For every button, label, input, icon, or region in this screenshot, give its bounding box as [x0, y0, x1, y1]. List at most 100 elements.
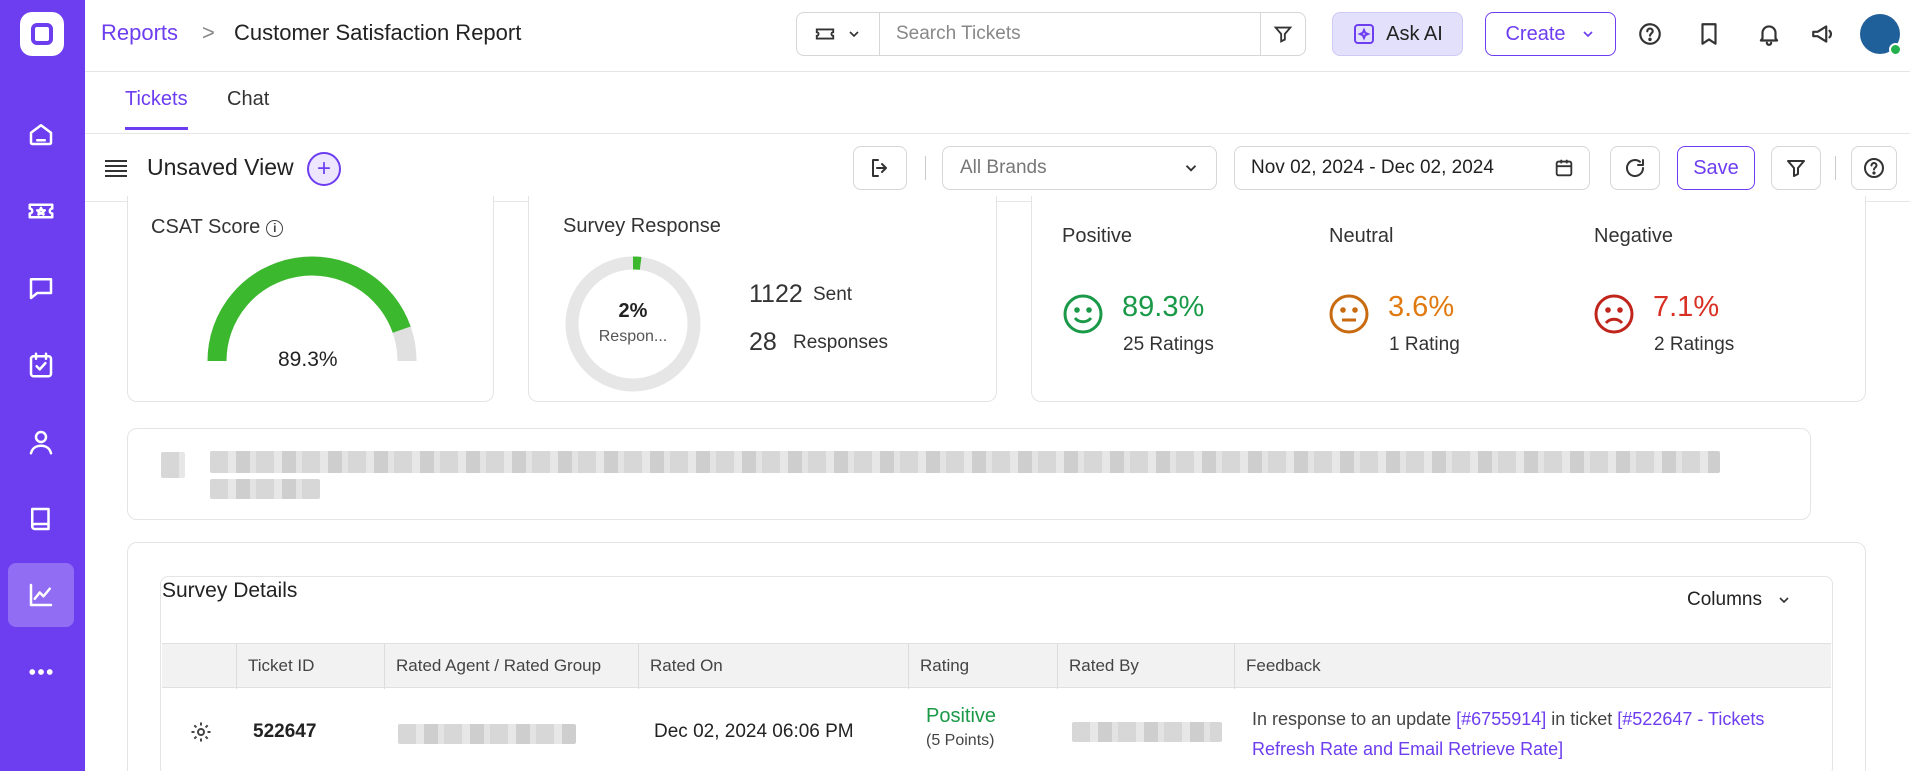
help-icon[interactable] [1632, 16, 1668, 52]
ask-ai-button[interactable]: Ask AI [1332, 12, 1463, 56]
redacted-rated-by [1072, 722, 1222, 742]
brand-select[interactable]: All Brands [942, 146, 1217, 190]
add-view-button[interactable]: + [307, 152, 341, 186]
table-header: Ticket ID Rated Agent / Rated Group Rate… [162, 643, 1831, 689]
export-icon [872, 159, 887, 177]
date-range-picker[interactable]: Nov 02, 2024 - Dec 02, 2024 [1234, 146, 1590, 190]
redacted-agent [398, 724, 576, 744]
divider [925, 156, 926, 180]
redacted-icon [161, 452, 185, 478]
column-header-ticket-id[interactable]: Ticket ID [248, 656, 314, 676]
create-label: Create [1505, 22, 1566, 45]
columns-button[interactable]: Columns [1687, 589, 1792, 611]
chevron-down-icon [1582, 31, 1593, 38]
home-icon[interactable] [8, 102, 74, 166]
positive-percent: 89.3% [1122, 291, 1205, 323]
tickets-icon[interactable] [8, 179, 74, 243]
announcement-icon[interactable] [1805, 16, 1841, 52]
create-button[interactable]: Create [1485, 12, 1616, 56]
chevron-down-icon [1779, 597, 1789, 604]
tasks-icon[interactable] [8, 333, 74, 397]
tab-chat[interactable]: Chat [227, 88, 269, 127]
column-divider [908, 644, 909, 689]
app-logo[interactable] [20, 12, 64, 56]
breadcrumb-separator: > [202, 20, 215, 45]
menu-icon[interactable] [103, 156, 129, 180]
column-divider [236, 644, 237, 689]
neutral-label: Neutral [1329, 225, 1394, 247]
neutral-face-icon [1329, 294, 1369, 334]
survey-percent: 2% [618, 300, 648, 322]
redacted-text [210, 479, 320, 499]
column-header-rated-on[interactable]: Rated On [650, 656, 723, 676]
help-icon [1864, 158, 1884, 178]
column-header-feedback[interactable]: Feedback [1246, 656, 1321, 676]
ticket-id[interactable]: 522647 [253, 721, 316, 743]
page-title: Customer Satisfaction Report [234, 20, 522, 45]
filter-button[interactable] [1771, 146, 1821, 190]
ask-ai-label: Ask AI [1386, 22, 1443, 45]
feedback-mid: in ticket [1546, 709, 1618, 729]
neutral-ratings: 1 Rating [1389, 334, 1460, 355]
sent-label: Sent [813, 284, 853, 305]
redacted-notice [127, 428, 1811, 520]
save-button[interactable]: Save [1677, 146, 1755, 190]
date-range-value: Nov 02, 2024 - Dec 02, 2024 [1251, 157, 1494, 178]
tab-tickets[interactable]: Tickets [125, 88, 188, 130]
ticket-icon [815, 28, 835, 40]
online-status-indicator [1889, 43, 1902, 56]
survey-response-title: Survey Response [563, 215, 721, 237]
sparkle-icon [1354, 24, 1375, 44]
sentiment-card: Positive 89.3% 25 Ratings Neutral 3.6% 1… [1031, 196, 1866, 402]
survey-donut [565, 256, 701, 392]
chat-icon[interactable] [8, 256, 74, 320]
negative-label: Negative [1594, 225, 1673, 247]
column-divider [638, 644, 639, 689]
refresh-icon [1626, 159, 1645, 177]
gear-icon[interactable] [189, 720, 213, 744]
column-header-rated-by[interactable]: Rated By [1069, 656, 1139, 676]
negative-percent: 7.1% [1653, 291, 1720, 323]
search-filter-icon[interactable] [1260, 13, 1305, 55]
breadcrumb-reports[interactable]: Reports [101, 20, 178, 46]
csat-card: CSAT Score i 89.3% [127, 196, 494, 402]
knowledge-base-icon[interactable] [8, 487, 74, 551]
search-type-selector[interactable] [797, 13, 880, 55]
column-divider [384, 644, 385, 689]
column-header-rating[interactable]: Rating [920, 656, 969, 676]
brand-select-value: All Brands [960, 157, 1047, 178]
filter-icon [1787, 160, 1805, 177]
survey-percent-label: Respon... [598, 328, 668, 345]
report-help-button[interactable] [1851, 146, 1897, 190]
positive-label: Positive [1062, 225, 1133, 247]
search-bar [796, 12, 1306, 56]
chevron-down-icon [849, 31, 859, 38]
neutral-percent: 3.6% [1388, 291, 1455, 323]
more-icon[interactable] [8, 640, 74, 704]
rating-points: (5 Points) [926, 732, 995, 749]
feedback-prefix: In response to an update [1252, 709, 1457, 729]
redacted-text [210, 451, 1720, 473]
survey-response-card: Survey Response 2% Respon... 1122 Sent 2… [528, 196, 997, 402]
column-header-rated-agent[interactable]: Rated Agent / Rated Group [396, 656, 601, 676]
update-link[interactable]: [#6755914] [1456, 709, 1546, 729]
refresh-button[interactable] [1610, 146, 1660, 190]
avatar[interactable] [1860, 14, 1902, 56]
feedback-text: In response to an update [#6755914] in t… [1252, 704, 1822, 764]
sidebar [0, 0, 85, 771]
responses-label: Responses [793, 332, 889, 353]
info-icon[interactable]: i [266, 220, 284, 237]
columns-label: Columns [1687, 589, 1762, 610]
notification-bell-icon[interactable] [1751, 16, 1787, 52]
csat-value: 89.3% [278, 348, 338, 371]
contacts-icon[interactable] [8, 410, 74, 474]
bookmark-icon[interactable] [1691, 16, 1727, 52]
smile-icon [1063, 294, 1103, 334]
export-button[interactable] [853, 146, 907, 190]
top-bar: Reports > Customer Satisfaction Report A… [85, 0, 1910, 72]
reports-icon[interactable] [8, 563, 74, 627]
chevron-down-icon [1185, 165, 1197, 172]
search-input[interactable] [880, 13, 1260, 55]
negative-ratings: 2 Ratings [1654, 334, 1735, 355]
divider [1835, 156, 1836, 180]
